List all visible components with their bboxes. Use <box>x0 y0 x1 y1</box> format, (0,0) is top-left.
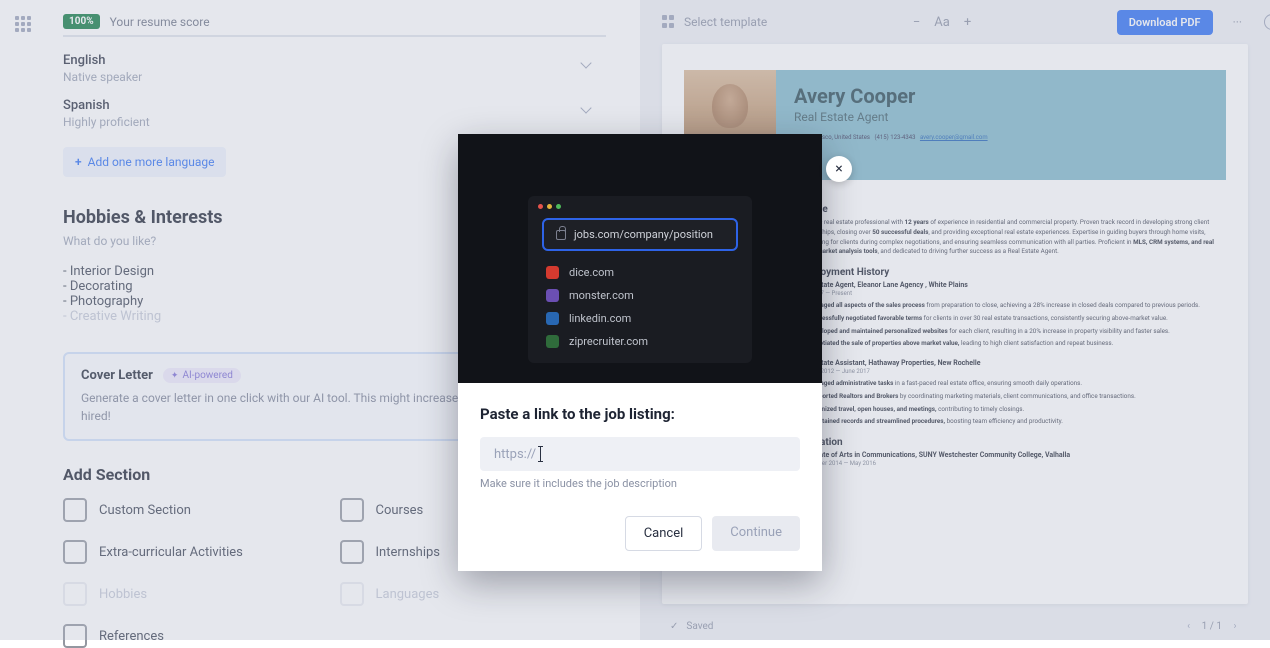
select-template-label: Select template <box>684 15 767 29</box>
download-pdf-button[interactable]: Download PDF <box>1117 10 1213 35</box>
job-title: Real Estate Agent, Eleanor Lane Agency ,… <box>798 281 1226 289</box>
language-item[interactable]: English Native speaker <box>63 53 606 84</box>
text-cursor-icon <box>540 446 541 462</box>
resume-email[interactable]: avery.cooper@gmail.com <box>920 134 988 141</box>
references-icon <box>63 624 87 648</box>
job-link-input[interactable]: https:// <box>480 437 800 471</box>
lock-icon <box>556 230 566 240</box>
add-language-label: Add one more language <box>88 155 215 169</box>
job-dates: July 2017 — Present <box>798 290 1226 297</box>
monster-icon <box>546 289 559 302</box>
employment-heading: Employment History <box>798 267 1226 278</box>
more-menu-button[interactable]: ··· <box>1227 11 1248 33</box>
languages-icon <box>340 582 364 606</box>
page-indicator: 1 / 1 <box>1202 621 1222 632</box>
chevron-down-icon[interactable] <box>582 104 592 114</box>
add-references[interactable]: References <box>63 624 330 648</box>
paste-job-link-modal: × jobs.com/company/position dice.com mon… <box>458 134 822 571</box>
job-link-placeholder: https:// <box>494 447 536 462</box>
hobbies-icon <box>63 582 87 606</box>
job-bullets: Managed administrative tasks in a fast-p… <box>798 379 1226 427</box>
next-page-button[interactable]: › <box>1230 621 1240 632</box>
add-hobbies: Hobbies <box>63 582 330 606</box>
resume-score-bar: 100% Your resume score <box>63 0 606 37</box>
site-suggestion: linkedin.com <box>542 307 738 330</box>
education-dates: September 2014 — May 2016 <box>798 460 1226 467</box>
preview-footer: Saved ‹ 1 / 1 › <box>640 612 1270 640</box>
font-size-label[interactable]: Aa <box>934 15 950 30</box>
language-level: Native speaker <box>63 70 606 84</box>
site-suggestion: monster.com <box>542 284 738 307</box>
resume-phone: (415) 123-4343 <box>874 134 915 141</box>
cancel-button[interactable]: Cancel <box>625 516 703 551</box>
language-name: English <box>63 53 606 68</box>
score-label: Your resume score <box>110 15 210 29</box>
addsec-label: Internships <box>376 545 441 560</box>
cover-letter-title: Cover Letter <box>81 368 153 383</box>
language-name: Spanish <box>63 98 606 113</box>
zoom-out-button[interactable]: − <box>913 15 920 30</box>
score-badge: 100% <box>63 14 100 29</box>
traffic-lights-icon <box>538 204 561 209</box>
linkedin-icon <box>546 312 559 325</box>
profile-heading: Profile <box>798 204 1226 215</box>
illustration-url-bar: jobs.com/company/position <box>542 218 738 251</box>
profile-text: Dynamic real estate professional with 12… <box>798 218 1226 257</box>
site-suggestion: ziprecruiter.com <box>542 330 738 353</box>
saved-label: Saved <box>686 621 713 632</box>
continue-button[interactable]: Continue <box>712 516 800 551</box>
language-level: Highly proficient <box>63 115 606 129</box>
preview-toolbar: Select template − Aa + Download PDF ··· <box>662 0 1248 44</box>
job-title: Real Estate Assistant, Hathaway Properti… <box>798 359 1226 367</box>
illustration-site-list: dice.com monster.com linkedin.com ziprec… <box>542 261 738 353</box>
modal-illustration: jobs.com/company/position dice.com monst… <box>458 134 822 383</box>
internships-icon <box>340 540 364 564</box>
site-suggestion: dice.com <box>542 261 738 284</box>
add-custom-section[interactable]: Custom Section <box>63 498 330 522</box>
prev-page-button[interactable]: ‹ <box>1184 621 1194 632</box>
grid-icon <box>662 15 676 29</box>
modal-title: Paste a link to the job listing: <box>480 405 800 423</box>
apps-icon[interactable] <box>15 16 31 32</box>
job-bullets: Managed all aspects of the sales process… <box>798 301 1226 349</box>
language-item[interactable]: Spanish Highly proficient <box>63 98 606 129</box>
education-title: Associate of Arts in Communications, SUN… <box>798 451 1226 459</box>
addsec-label: Hobbies <box>99 587 147 602</box>
resume-name: Avery Cooper <box>794 84 1208 108</box>
illustration-url-text: jobs.com/company/position <box>574 228 713 241</box>
addsec-label: Extra-curricular Activities <box>99 545 243 560</box>
addsec-label: Custom Section <box>99 503 191 518</box>
zoom-in-button[interactable]: + <box>964 15 971 30</box>
courses-icon <box>340 498 364 522</box>
add-language-button[interactable]: Add one more language <box>63 147 226 177</box>
dice-icon <box>546 266 559 279</box>
addsec-label: Courses <box>376 503 424 518</box>
add-extracurricular[interactable]: Extra-curricular Activities <box>63 540 330 564</box>
close-button[interactable]: × <box>826 156 852 182</box>
custom-section-icon <box>63 498 87 522</box>
education-heading: Education <box>798 437 1226 448</box>
resume-role: Real Estate Agent <box>794 110 1208 124</box>
addsec-label: Languages <box>376 587 440 602</box>
select-template-button[interactable]: Select template <box>662 15 767 29</box>
ai-powered-badge: AI-powered <box>163 368 241 383</box>
ziprecruiter-icon <box>546 335 559 348</box>
modal-hint: Make sure it includes the job descriptio… <box>480 477 800 490</box>
chevron-down-icon[interactable] <box>582 59 592 69</box>
add-languages: Languages <box>340 582 607 606</box>
expand-icon[interactable] <box>1264 14 1270 30</box>
resume-contact: San Francisco, United States (415) 123-4… <box>794 134 1208 141</box>
check-icon <box>670 621 678 632</box>
activities-icon <box>63 540 87 564</box>
addsec-label: References <box>99 629 164 644</box>
plus-icon <box>75 155 82 169</box>
job-dates: October 2012 — June 2017 <box>798 368 1226 375</box>
